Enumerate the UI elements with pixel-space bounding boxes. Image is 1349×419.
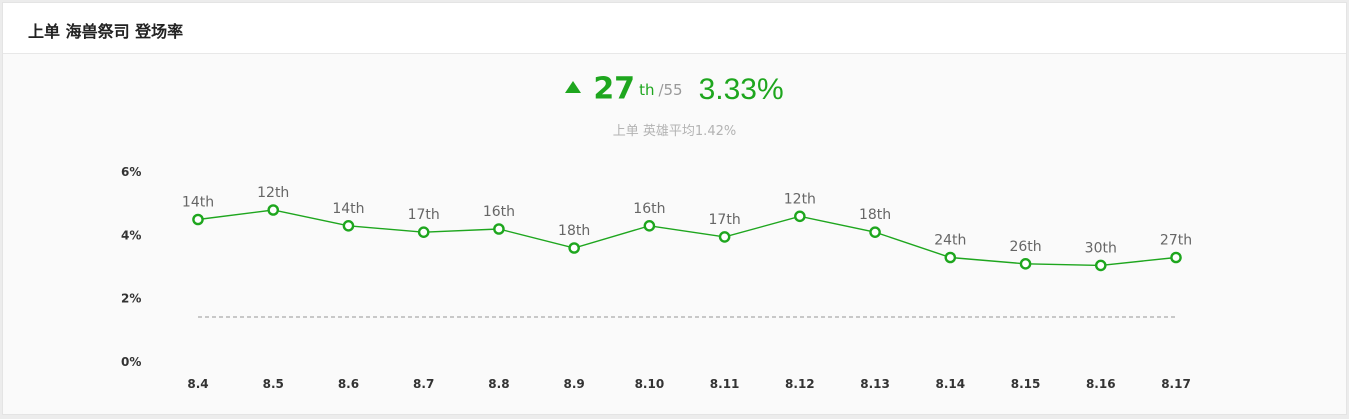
x-tick-label: 8.7 [413,377,434,391]
data-point [794,210,806,223]
data-point-label: 17th [709,212,741,228]
x-tick-label: 8.8 [488,377,509,391]
data-point [342,220,355,232]
x-tick-label: 8.9 [564,377,585,391]
x-tick-label: 8.13 [860,377,890,391]
x-tick-label: 8.17 [1161,377,1191,391]
data-point [493,223,505,235]
data-point [643,220,656,232]
y-tick-label: 2% [121,292,141,306]
data-point [1094,259,1107,272]
x-tick-label: 8.15 [1011,377,1041,391]
x-tick-label: 8.16 [1086,377,1116,391]
chart-panel: 上单 海兽祭司 登场率 27th/55 3.33% 上单 英雄平均1.42% 0%… [2,2,1347,415]
series-line [197,209,1177,267]
data-point [192,213,204,226]
x-tick-label: 8.12 [785,377,815,391]
data-point-label: 12th [784,191,816,207]
x-tick-label: 8.6 [338,377,359,391]
x-tick-label: 8.5 [263,377,284,391]
data-point [417,226,430,238]
data-point [869,226,881,238]
data-point-label: 24th [934,233,966,249]
y-tick-label: 0% [121,355,141,369]
data-point-label: 14th [182,195,214,211]
data-point-label: 16th [483,204,515,220]
data-point-label: 18th [558,223,590,239]
line-chart: 0% 2% 4% 6% 8.4 8.5 8.6 8.7 8.8 8.9 8.10 8.11 8.12 8.… [121,165,1192,391]
data-point-label: 18th [859,207,891,223]
data-point-label: 14th [332,201,364,217]
data-point [267,204,280,216]
data-point-label: 12th [257,185,289,201]
data-point [718,231,731,243]
data-point-label: 30th [1085,240,1117,256]
data-point [1170,251,1182,264]
x-tick-label: 8.11 [710,377,740,391]
y-tick-label: 4% [121,228,141,242]
data-point [568,242,580,254]
x-tick-label: 8.14 [936,377,966,391]
x-tick-label: 8.4 [187,377,208,391]
y-tick-label: 6% [121,165,141,179]
data-point-label: 26th [1009,239,1041,255]
data-point [1019,258,1032,270]
x-tick-label: 8.10 [635,377,665,391]
data-point-label: 27th [1160,233,1192,249]
data-point-label: 16th [633,201,665,217]
data-point-label: 17th [408,207,440,223]
data-point [944,251,957,264]
